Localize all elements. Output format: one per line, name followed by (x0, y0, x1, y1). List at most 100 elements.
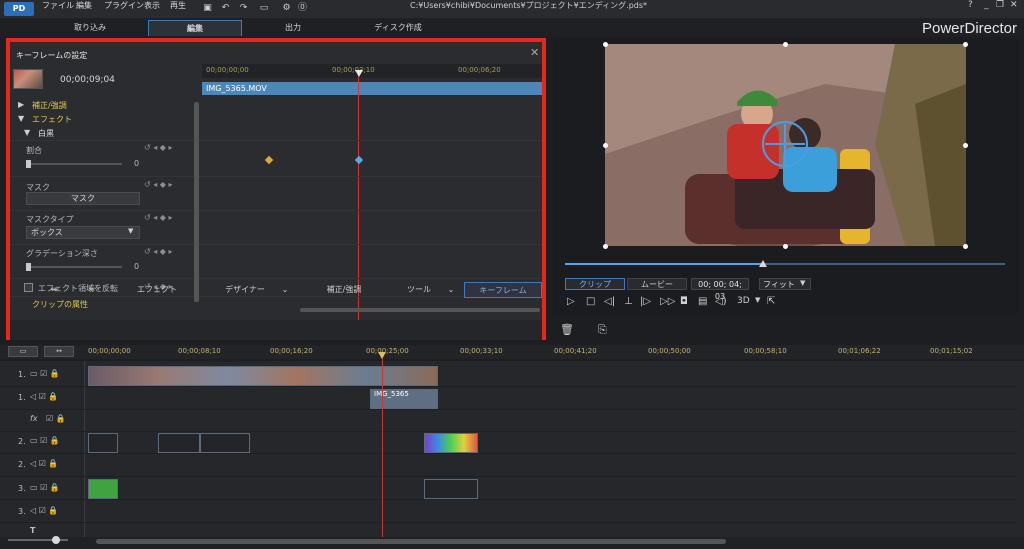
stop-icon[interactable]: □ (586, 296, 595, 307)
ratio-slider[interactable] (26, 163, 122, 165)
resize-handle[interactable] (963, 244, 968, 249)
video-clip[interactable] (424, 433, 478, 453)
gradation-slider-knob[interactable] (26, 263, 31, 271)
resize-handle[interactable] (603, 244, 608, 249)
redo-icon[interactable]: ↷ (238, 3, 249, 14)
menu-edit[interactable]: 編集 (76, 0, 92, 11)
clip-mode-button[interactable]: クリップ (565, 278, 625, 290)
scissors-icon[interactable]: ✂ (82, 282, 102, 298)
split-icon[interactable]: ⇹ (40, 282, 68, 298)
tool-designer[interactable]: デザイナー (214, 282, 276, 298)
playhead-handle-icon[interactable] (355, 70, 363, 77)
tool-keyframe[interactable]: キーフレーム (464, 282, 542, 298)
menu-view[interactable]: 表示 (144, 0, 160, 11)
section-effect[interactable]: エフェクト (32, 114, 72, 125)
resize-handle[interactable] (963, 42, 968, 47)
next-frame-icon[interactable]: |▷ (640, 296, 651, 307)
resize-handle[interactable] (783, 42, 788, 47)
keyframe-diamond-icon[interactable] (354, 155, 364, 165)
reset-icon[interactable]: ↺ ◂ ◆ ▸ (144, 180, 173, 189)
close-icon[interactable]: ✕ (530, 46, 539, 59)
mask-button[interactable]: マスク (26, 192, 140, 205)
section-bw[interactable]: 白黒 (38, 128, 54, 139)
chevron-down-icon[interactable]: ▼ (800, 279, 805, 287)
play-icon[interactable]: ▷ (567, 296, 575, 307)
track-audio-3 (0, 501, 1018, 523)
resize-handle[interactable] (603, 42, 608, 47)
fast-forward-icon[interactable]: ▷▷ (660, 296, 675, 307)
audio-clip[interactable]: IMG_5365 (370, 389, 438, 409)
close-button[interactable]: ✕ (1010, 0, 1018, 10)
ratio-slider-knob[interactable] (26, 160, 31, 168)
resize-handle[interactable] (963, 143, 968, 148)
scrubber-knob[interactable] (759, 260, 767, 267)
restore-button[interactable]: ❐ (996, 0, 1004, 10)
section-correction[interactable]: 補正/強調 (32, 100, 67, 111)
fit-timeline-icon[interactable]: ↔ (44, 346, 74, 357)
video-clip[interactable] (88, 433, 118, 453)
resize-handle[interactable] (783, 244, 788, 249)
export-icon[interactable]: ⎘ (598, 323, 607, 337)
tab-capture[interactable]: 取り込み (60, 20, 120, 36)
chevron-down-icon[interactable]: ▼ (755, 296, 760, 304)
menu-play[interactable]: 再生 (170, 0, 186, 11)
save-icon[interactable]: ▣ (202, 3, 213, 14)
video-clip[interactable] (88, 479, 118, 499)
tab-edit[interactable]: 編集 (148, 20, 242, 36)
render-icon[interactable]: ▭ (256, 3, 272, 14)
undock-icon[interactable]: ⇱ (767, 296, 775, 307)
chevron-down-icon[interactable]: ⌄ (444, 282, 458, 298)
triangle-right-icon[interactable]: ▶ (18, 100, 24, 109)
tool-correction[interactable]: 補正/強調 (306, 282, 382, 298)
section-clip-attr[interactable]: クリップの属性 (32, 299, 88, 308)
snapshot-icon[interactable]: ◘ (680, 296, 688, 307)
minimize-button[interactable]: _ (984, 0, 989, 10)
help-button[interactable]: ? (968, 0, 973, 10)
track-video-2 (0, 432, 1018, 454)
keyframe-clip-bar[interactable]: IMG_5365.MOV (202, 82, 542, 95)
video-clip[interactable] (158, 433, 200, 453)
timeline-playhead[interactable] (382, 352, 383, 542)
trash-icon[interactable]: 🗑 (560, 323, 574, 336)
preview-timecode[interactable]: 00; 00; 04; 03 (691, 278, 749, 301)
tool-effect[interactable]: エフェクト (124, 282, 190, 298)
prev-frame-icon[interactable]: ◁| (604, 296, 615, 307)
preview-video[interactable] (605, 44, 966, 246)
video-clip[interactable] (88, 366, 438, 386)
menu-plugin[interactable]: プラグイン (104, 0, 144, 11)
tab-disc[interactable]: ディスク作成 (360, 20, 436, 36)
triangle-down-icon[interactable]: ▼ (18, 114, 24, 123)
volume-icon[interactable]: ◁) (715, 296, 727, 307)
vertical-scrollbar[interactable] (194, 102, 199, 302)
storyboard-view-icon[interactable]: ▭ (8, 346, 38, 357)
timeline-ruler-label: 00;00;33;10 (460, 347, 503, 355)
resize-handle[interactable] (603, 143, 608, 148)
subtitle-icon[interactable]: ▤ (698, 296, 707, 307)
invert-checkbox[interactable] (24, 283, 33, 292)
chevron-down-icon[interactable]: ⌄ (278, 282, 292, 298)
video-clip[interactable] (424, 479, 478, 499)
triangle-down-icon[interactable]: ▼ (24, 128, 30, 137)
reset-icon[interactable]: ↺ ◂ ◆ ▸ (144, 213, 173, 222)
timeline-scrollbar[interactable] (96, 539, 726, 544)
brand-name: PowerDirector (922, 20, 1018, 37)
horizontal-scrollbar[interactable] (300, 308, 540, 312)
chevron-down-icon[interactable]: ▼ (128, 227, 133, 235)
masktype-select[interactable]: ボックス (26, 226, 140, 239)
playhead-handle-icon[interactable] (378, 352, 386, 359)
keyframe-diamond-icon[interactable] (264, 155, 274, 165)
reset-icon[interactable]: ↺ ◂ ◆ ▸ (144, 143, 173, 152)
undo-icon[interactable]: ↶ (220, 3, 231, 14)
tab-produce[interactable]: 出力 (268, 20, 318, 36)
video-clip[interactable] (200, 433, 250, 453)
split-icon[interactable]: ⊥ (624, 296, 633, 307)
threed-button[interactable]: 3D (737, 296, 750, 306)
gradation-slider[interactable] (26, 266, 122, 268)
zoom-slider-knob[interactable] (52, 536, 60, 544)
tool-tools[interactable]: ツール (394, 282, 444, 298)
upgrade-icon[interactable]: ⓪ (297, 3, 308, 14)
settings-icon[interactable]: ⚙ (281, 3, 292, 14)
movie-mode-button[interactable]: ムービー (627, 278, 687, 290)
reset-icon[interactable]: ↺ ◂ ◆ ▸ (144, 247, 173, 256)
menu-file[interactable]: ファイル (42, 0, 74, 11)
